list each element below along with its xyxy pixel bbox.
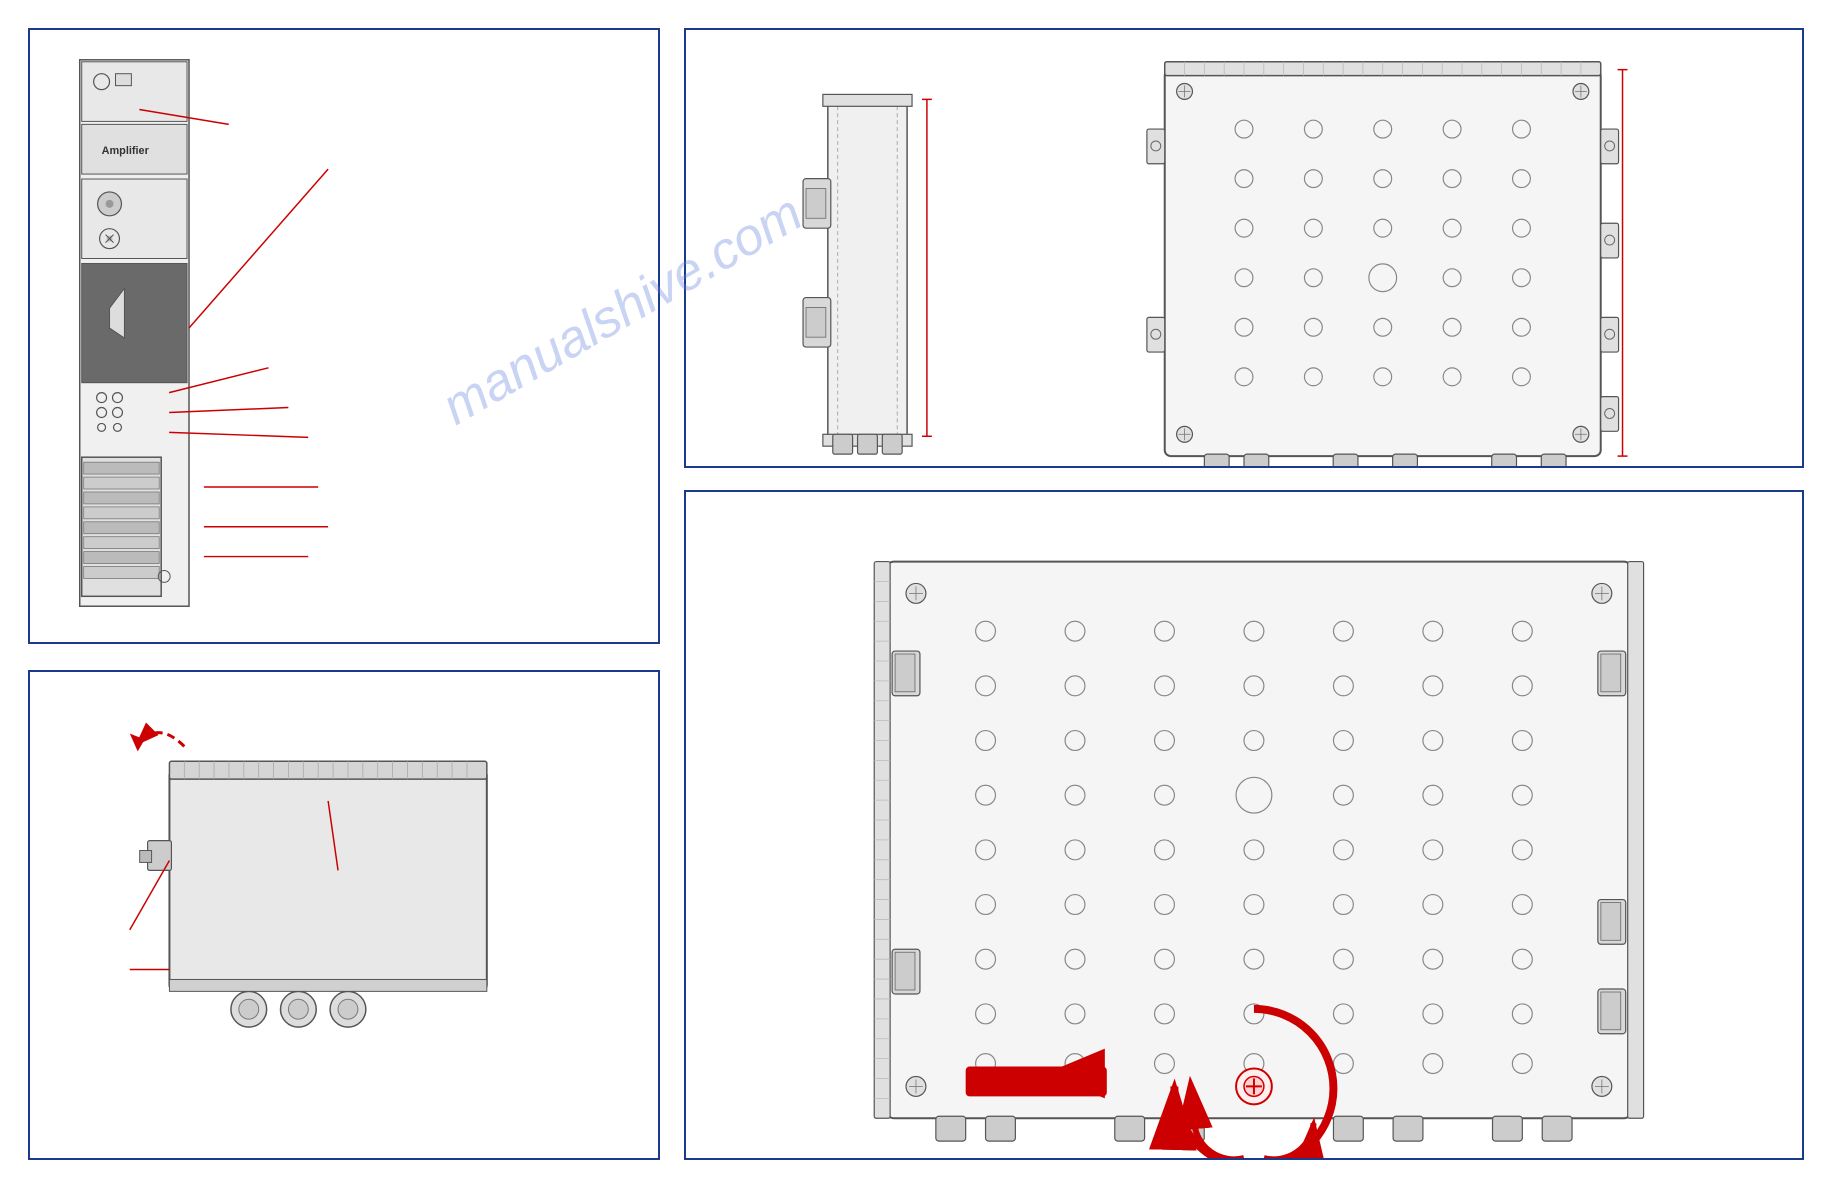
panel-top-right: [684, 28, 1804, 468]
panel-bottom-left: [28, 670, 660, 1160]
panel-top-left: Amplifier: [28, 28, 660, 644]
svg-text:Amplifier: Amplifier: [102, 145, 150, 157]
page-container: manualshive.com Amplifier: [0, 0, 1836, 1188]
panel-bottom-right: [684, 490, 1804, 1160]
